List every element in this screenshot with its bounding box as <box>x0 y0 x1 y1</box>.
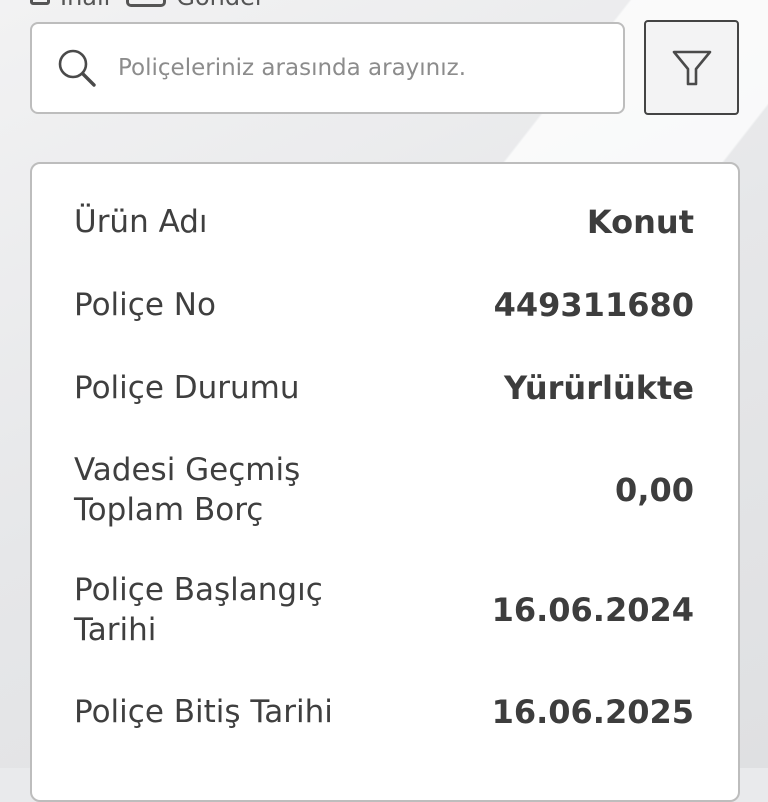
row-value: Yürürlükte <box>504 369 694 407</box>
policy-card[interactable]: Ürün Adı Konut Poliçe No 449311680 Poliç… <box>30 162 740 802</box>
filter-button[interactable] <box>644 20 739 115</box>
row-label: Poliçe Başlangıç Tarihi <box>74 572 323 648</box>
mail-icon <box>30 0 50 5</box>
row-label: Vadesi Geçmiş Toplam Borç <box>74 452 301 528</box>
row-label: Poliçe Durumu <box>74 370 300 406</box>
search-input[interactable] <box>118 55 588 81</box>
detail-row-end-date: Poliçe Bitiş Tarihi 16.06.2025 <box>74 692 694 732</box>
strip-item-right[interactable]: Gönder <box>126 0 265 11</box>
strip-item-left[interactable]: İnali <box>30 0 110 11</box>
strip-right-label: Gönder <box>176 0 264 11</box>
row-label: Poliçe No <box>74 287 216 323</box>
row-label: Ürün Adı <box>74 204 208 240</box>
search-box[interactable] <box>30 22 625 114</box>
detail-row-start-date: Poliçe Başlangıç Tarihi 16.06.2024 <box>74 570 694 650</box>
row-label: Poliçe Bitiş Tarihi <box>74 694 333 730</box>
detail-row-policy-status: Poliçe Durumu Yürürlükte <box>74 368 694 408</box>
top-tab-strip: İnali Gönder <box>30 0 265 11</box>
row-value: 16.06.2024 <box>491 591 694 629</box>
send-icon <box>126 0 167 7</box>
search-icon <box>58 49 96 87</box>
detail-row-policy-no: Poliçe No 449311680 <box>74 285 694 325</box>
row-value: 0,00 <box>615 471 694 509</box>
row-value: Konut <box>586 203 694 241</box>
row-value: 449311680 <box>493 286 694 324</box>
row-value: 16.06.2025 <box>491 693 694 731</box>
detail-row-product-name: Ürün Adı Konut <box>74 202 694 242</box>
strip-left-label: İnali <box>60 0 110 11</box>
filter-icon <box>672 50 711 85</box>
detail-row-overdue-debt: Vadesi Geçmiş Toplam Borç 0,00 <box>74 450 694 530</box>
